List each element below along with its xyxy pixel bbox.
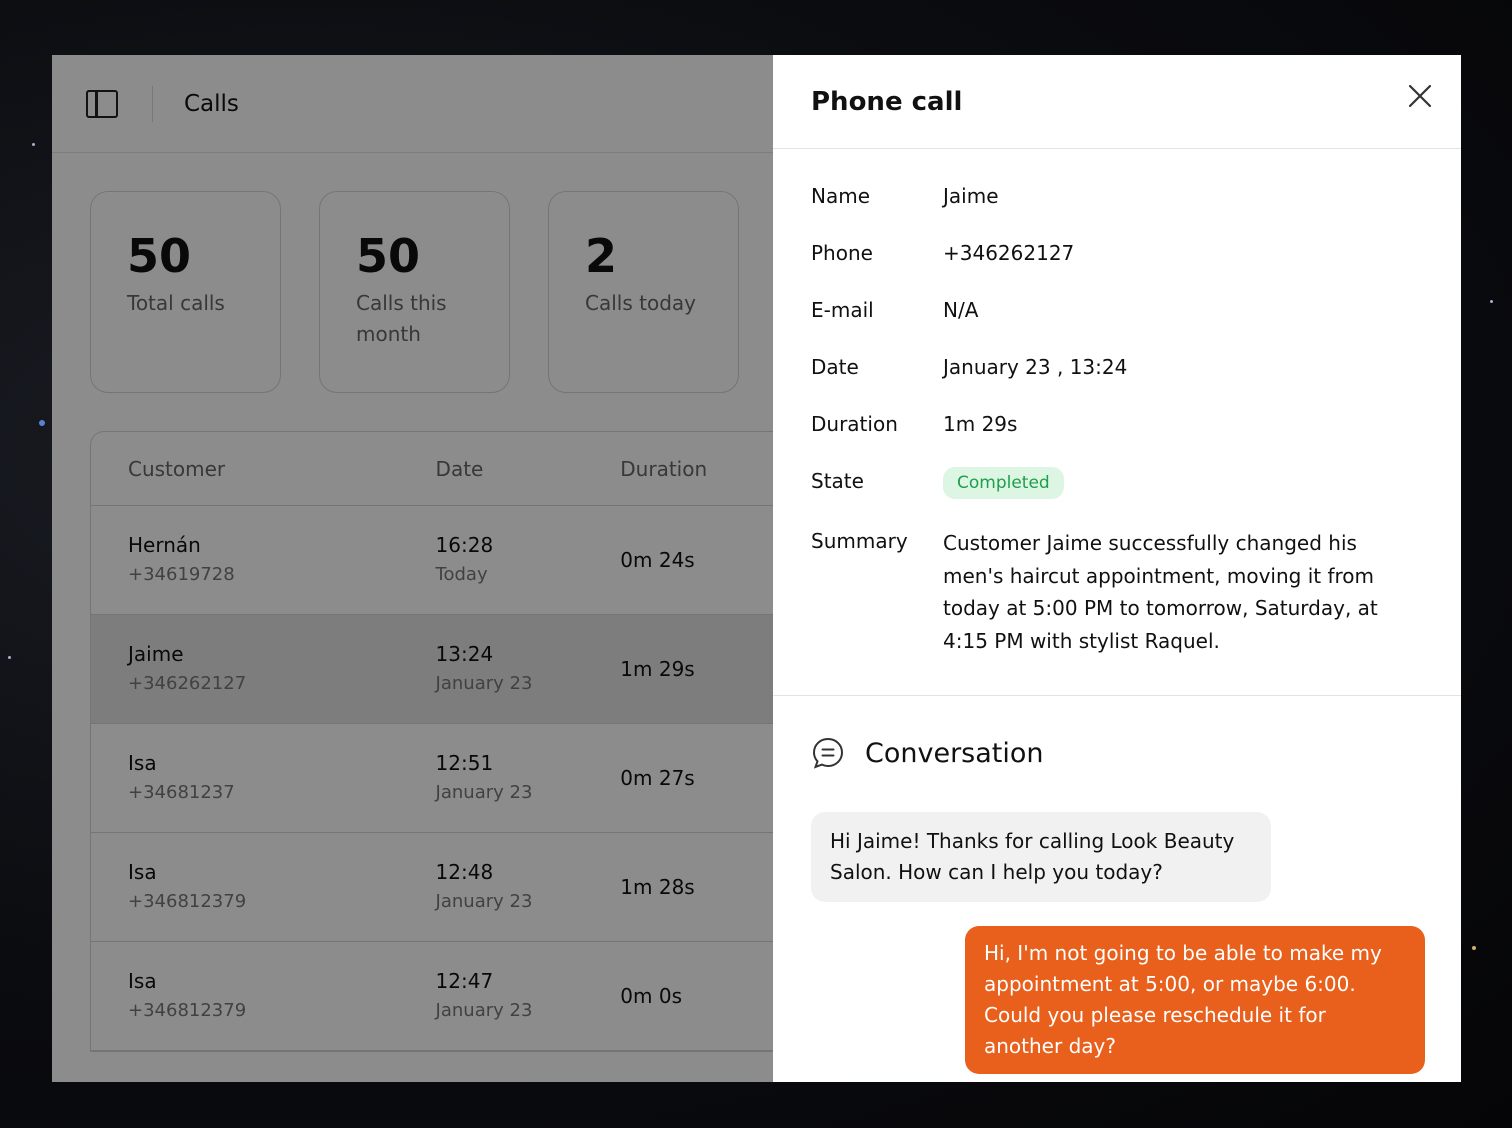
field-date-value: January 23 , 13:24: [943, 355, 1128, 379]
conversation-header: Conversation: [773, 696, 1461, 770]
message-agent: Hi Jaime! Thanks for calling Look Beauty…: [811, 812, 1271, 902]
field-label: Duration: [811, 412, 898, 436]
field-label: State: [811, 469, 864, 493]
background-star: [39, 420, 45, 426]
field-duration-value: 1m 29s: [943, 412, 1018, 436]
close-icon[interactable]: [1407, 83, 1433, 109]
modal-backdrop[interactable]: [52, 55, 773, 1082]
calls-page: Calls 50 Total calls 50 Calls this month…: [52, 55, 810, 1082]
conversation-title: Conversation: [865, 737, 1044, 769]
call-details: Name Jaime Phone +346262127 E-mail N/A D…: [773, 149, 1461, 696]
background-star: [8, 656, 11, 659]
field-label: Summary: [811, 529, 908, 553]
field-summary-value: Customer Jaime successfully changed his …: [943, 531, 1378, 653]
background-star: [1490, 300, 1493, 303]
field-label: Date: [811, 355, 859, 379]
field-label: E-mail: [811, 298, 874, 322]
background-star: [32, 143, 35, 146]
field-name-value: Jaime: [943, 184, 999, 208]
field-phone-value: +346262127: [943, 241, 1075, 265]
field-label: Name: [811, 184, 871, 208]
drawer-header: Phone call: [773, 55, 1461, 149]
app-window: Calls 50 Total calls 50 Calls this month…: [52, 55, 1461, 1082]
field-label: Phone: [811, 241, 873, 265]
chat-bubble-icon: [812, 737, 844, 769]
status-badge: Completed: [943, 467, 1064, 499]
message-customer: Hi, I'm not going to be able to make my …: [965, 926, 1425, 1074]
background-star: [1472, 946, 1476, 950]
drawer-title: Phone call: [811, 86, 963, 117]
field-email-value: N/A: [943, 298, 979, 322]
call-detail-drawer: Phone call Name Jaime Phone +346262127 E…: [773, 55, 1461, 1082]
